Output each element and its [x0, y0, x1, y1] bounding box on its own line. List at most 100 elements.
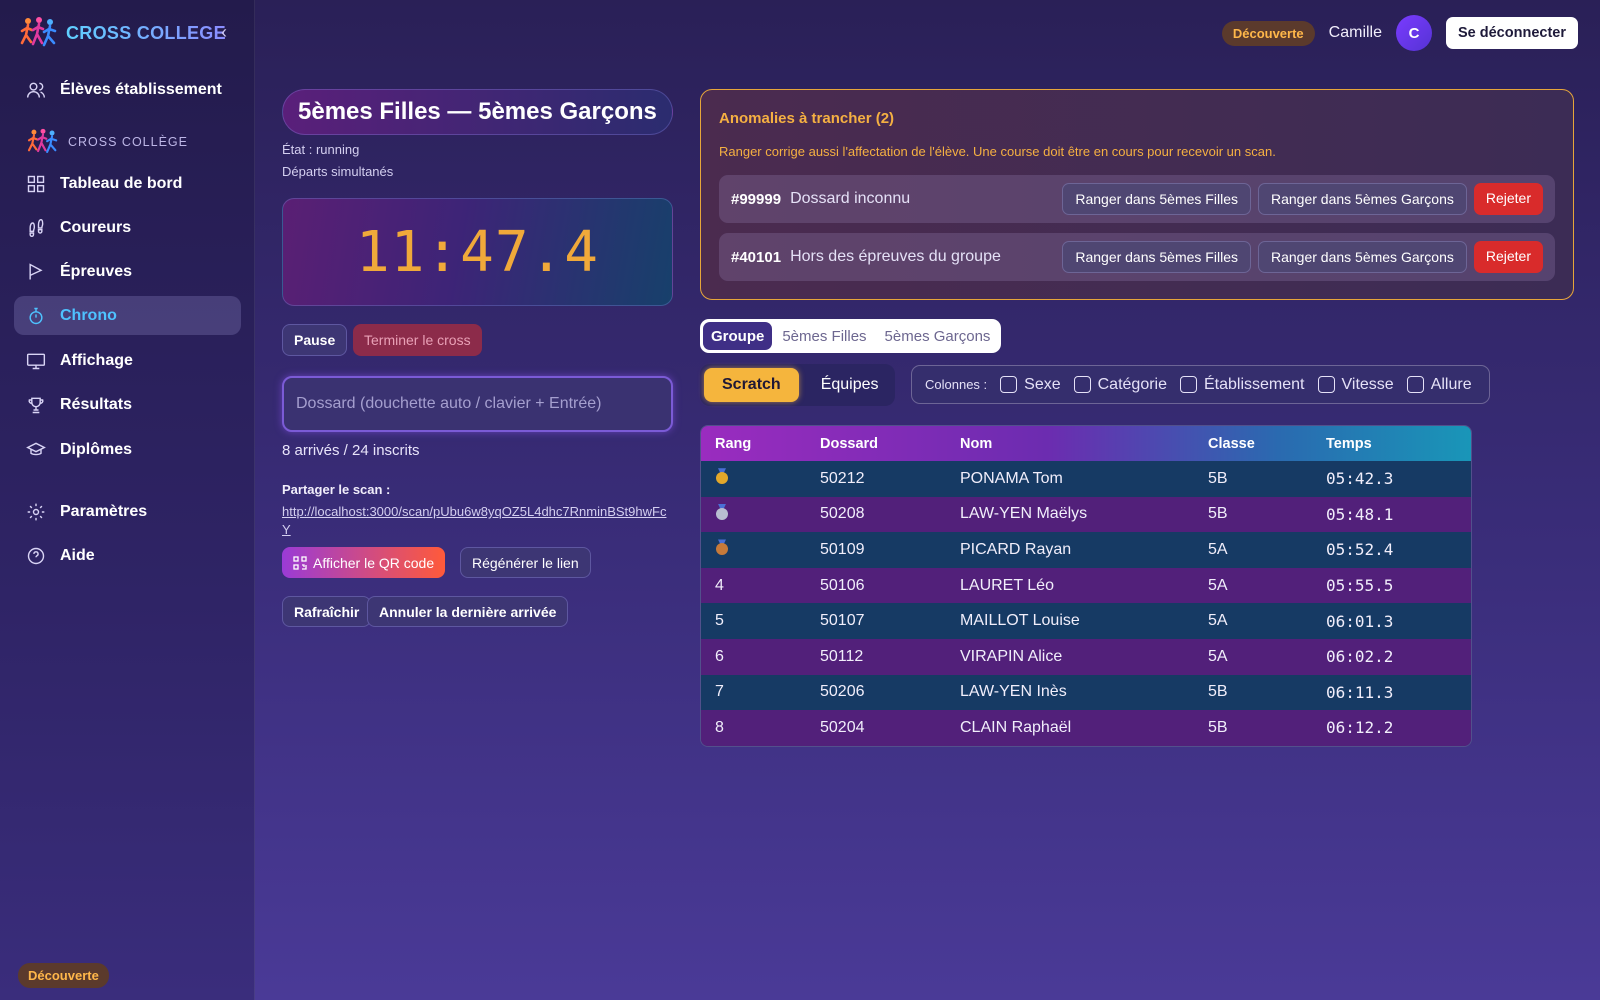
section-label: CROSS COLLÈGE	[26, 128, 188, 156]
tab-5emes-filles[interactable]: 5èmes Filles	[774, 322, 874, 350]
graduation-cap-icon	[26, 442, 46, 455]
refresh-button[interactable]: Rafraîchir	[282, 596, 372, 627]
assign-garcons-button[interactable]: Ranger dans 5èmes Garçons	[1257, 241, 1467, 273]
sidebar-item-diplomes[interactable]: Diplômes	[14, 430, 241, 469]
pause-button[interactable]: Pause	[282, 324, 348, 356]
gear-icon	[27, 503, 45, 520]
header-temps[interactable]: Temps	[1326, 436, 1466, 452]
cell-rank: 7	[715, 683, 724, 701]
column-toggle-sexe[interactable]: Sexe	[1000, 376, 1061, 394]
sidebar-item-eleves[interactable]: Élèves établissement	[14, 70, 241, 109]
table-row[interactable]: 50212 PONAMA Tom 5B 05:42.3	[701, 461, 1471, 497]
sidebar-item-parametres[interactable]: Paramètres	[14, 492, 241, 531]
gold-medal-icon	[715, 468, 729, 485]
sidebar-item-coureurs[interactable]: Coureurs	[14, 208, 241, 247]
sidebar-item-epreuves[interactable]: Épreuves	[14, 252, 241, 291]
monitor-icon	[26, 353, 46, 369]
avatar[interactable]: C	[1396, 15, 1432, 51]
table-header: Rang Dossard Nom Classe Temps	[701, 426, 1471, 461]
collapse-sidebar-chevron-icon[interactable]: ‹	[214, 22, 234, 42]
column-toggles: Colonnes : Sexe Catégorie Établissement …	[911, 365, 1490, 404]
sidebar-item-resultats[interactable]: Résultats	[14, 385, 241, 424]
table-row[interactable]: 7 50206 LAW-YEN Inès 5B 06:11.3	[701, 674, 1471, 711]
cancel-last-arrival-button[interactable]: Annuler la dernière arrivée	[367, 596, 569, 627]
column-toggle-etablissement[interactable]: Établissement	[1180, 376, 1305, 394]
sidebar-item-label: Épreuves	[60, 262, 133, 280]
timer-icon	[29, 307, 43, 324]
tab-5emes-garcons[interactable]: 5èmes Garçons	[877, 322, 999, 350]
dossard-input[interactable]	[282, 376, 673, 432]
brand[interactable]: CROSS COLLEGE	[20, 16, 226, 50]
share-link[interactable]: http://localhost:3000/scan/pUbu6w8yqOZ5L…	[282, 503, 674, 539]
sidebar-item-label: Affichage	[60, 351, 133, 369]
brand-name: CROSS COLLEGE	[66, 22, 226, 43]
assign-filles-button[interactable]: Ranger dans 5èmes Filles	[1062, 183, 1251, 215]
cell-name: MAILLOT Louise	[960, 612, 1080, 630]
column-toggle-label: Vitesse	[1341, 375, 1394, 393]
regenerate-link-button[interactable]: Régénérer le lien	[460, 547, 591, 578]
cell-time: 06:12.2	[1326, 718, 1394, 738]
cell-rank	[701, 468, 820, 489]
column-toggle-allure[interactable]: Allure	[1406, 375, 1472, 394]
checkbox[interactable]	[1406, 376, 1424, 393]
cell-rank: 5	[715, 612, 724, 630]
column-toggle-label: Catégorie	[1097, 375, 1167, 393]
reject-button[interactable]: Rejeter	[1473, 183, 1543, 215]
sidebar-item-tableau-de-bord[interactable]: Tableau de bord	[14, 164, 241, 203]
cell-rank	[701, 539, 820, 560]
column-toggle-vitesse[interactable]: Vitesse	[1317, 375, 1394, 394]
cell-dossard: 50107	[820, 612, 865, 630]
help-icon	[27, 547, 45, 564]
cell-time: 05:55.5	[1326, 576, 1394, 596]
assign-garcons-button[interactable]: Ranger dans 5èmes Garçons	[1257, 183, 1467, 215]
checkbox[interactable]	[1073, 376, 1091, 393]
cell-time: 06:01.3	[1326, 611, 1394, 631]
header-rang[interactable]: Rang	[701, 436, 820, 452]
checkbox[interactable]	[1000, 376, 1018, 393]
table-row[interactable]: 5 50107 MAILLOT Louise 5A 06:01.3	[701, 603, 1471, 639]
cell-rank: 8	[715, 718, 724, 736]
column-toggle-label: Allure	[1430, 375, 1472, 393]
table-row[interactable]: 8 50204 CLAIN Raphaël 5B 06:12.2	[701, 710, 1471, 746]
table-row[interactable]: 4 50106 LAURET Léo 5A 05:55.5	[701, 567, 1471, 604]
checkbox[interactable]	[1180, 376, 1197, 393]
anomaly-reason: Hors des épreuves du groupe	[790, 248, 1001, 265]
share-label: Partager le scan :	[282, 482, 391, 497]
checkbox[interactable]	[1317, 376, 1335, 393]
header-classe[interactable]: Classe	[1208, 436, 1326, 452]
assign-filles-button[interactable]: Ranger dans 5èmes Filles	[1062, 241, 1251, 273]
tab-groupe[interactable]: Groupe	[703, 322, 773, 350]
cell-dossard: 50109	[820, 540, 865, 558]
cell-classe: 5A	[1208, 540, 1228, 558]
show-qr-button[interactable]: Afficher le QR code	[282, 547, 446, 578]
cell-name: PICARD Rayan	[960, 540, 1072, 558]
sidebar-item-aide[interactable]: Aide	[14, 536, 241, 575]
sidebar-item-label: Chrono	[60, 306, 117, 324]
topbar: Découverte Camille C Se déconnecter	[1221, 15, 1578, 51]
logout-button[interactable]: Se déconnecter	[1446, 17, 1578, 49]
header-dossard[interactable]: Dossard	[820, 436, 960, 452]
cell-time: 05:48.1	[1326, 504, 1394, 524]
cell-name: VIRAPIN Alice	[960, 647, 1063, 665]
sidebar-item-label: Coureurs	[60, 218, 132, 236]
sidebar-item-affichage[interactable]: Affichage	[14, 341, 241, 380]
chrono-time: 11:47.4	[355, 219, 599, 285]
reject-button[interactable]: Rejeter	[1473, 241, 1543, 273]
table-row[interactable]: 6 50112 VIRAPIN Alice 5A 06:02.2	[701, 638, 1471, 675]
tab-equipes[interactable]: Équipes	[803, 368, 897, 402]
table-row[interactable]: 50208 LAW-YEN Maëlys 5B 05:48.1	[701, 496, 1471, 533]
column-toggle-categorie[interactable]: Catégorie	[1073, 375, 1167, 394]
plan-badge-sidebar: Découverte	[18, 963, 109, 988]
cell-classe: 5B	[1208, 718, 1228, 736]
show-qr-label: Afficher le QR code	[313, 554, 435, 571]
sidebar-item-chrono[interactable]: Chrono	[14, 296, 241, 335]
cell-classe: 5A	[1208, 576, 1228, 594]
tab-scratch[interactable]: Scratch	[704, 368, 799, 402]
anomalies-description: Ranger corrige aussi l'affectation de l'…	[719, 144, 1276, 159]
cell-time: 06:11.3	[1326, 682, 1394, 702]
columns-label: Colonnes :	[925, 377, 988, 392]
header-nom[interactable]: Nom	[960, 436, 1208, 452]
table-row[interactable]: 50109 PICARD Rayan 5A 05:52.4	[701, 532, 1471, 568]
table-body: 50212 PONAMA Tom 5B 05:42.3 50208 LAW-YE…	[701, 461, 1471, 746]
finish-race-button[interactable]: Terminer le cross	[353, 324, 482, 356]
